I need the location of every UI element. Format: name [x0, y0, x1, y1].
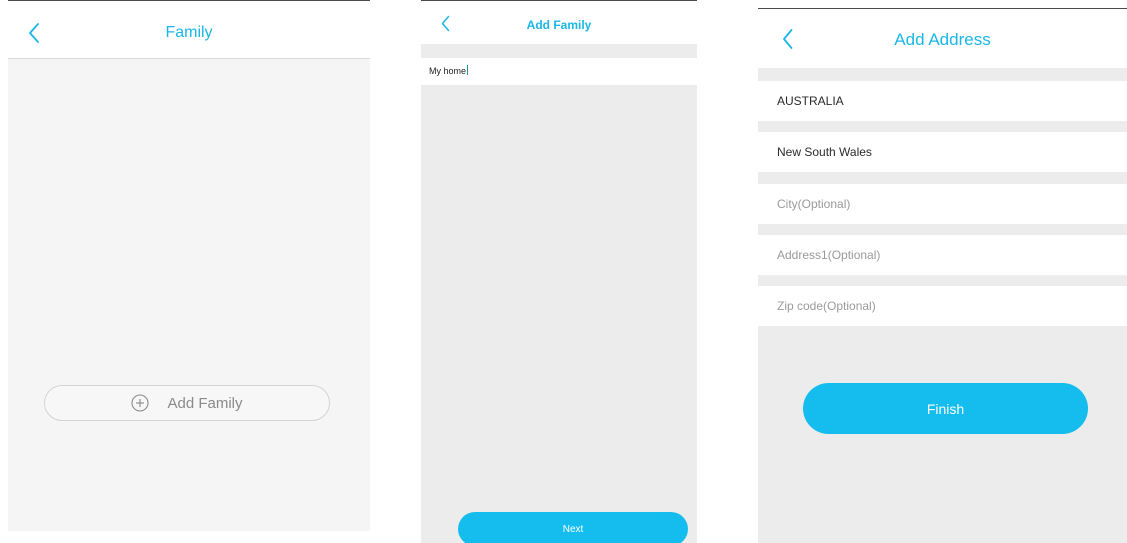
page-title: Add Family: [526, 18, 592, 32]
next-button[interactable]: Next: [458, 512, 688, 543]
family-name-value: My home: [429, 66, 467, 76]
zip-code-field[interactable]: Zip code(Optional): [758, 286, 1127, 326]
plus-circle-icon: [131, 394, 150, 412]
add-family-screen: Add Family My home Next: [421, 0, 697, 543]
top-divider: [8, 0, 370, 1]
add-family-label: Add Family: [167, 394, 243, 412]
finish-button[interactable]: Finish: [803, 383, 1088, 434]
city-field[interactable]: City(Optional): [758, 184, 1127, 224]
family-list-area: [8, 59, 370, 531]
page-title: Add Address: [894, 30, 991, 49]
address1-field[interactable]: Address1(Optional): [758, 235, 1127, 275]
top-divider: [758, 8, 1127, 9]
text-cursor: [467, 65, 469, 75]
add-address-screen: Add Address AUSTRALIA New South Wales Ci…: [758, 0, 1127, 543]
add-family-button[interactable]: Add Family: [44, 385, 330, 421]
family-name-input[interactable]: My home: [429, 65, 469, 76]
section-spacer: [421, 44, 697, 58]
top-divider: [421, 0, 697, 1]
page-title: Family: [165, 24, 213, 41]
family-screen: Family Add Family: [8, 0, 370, 531]
family-name-field[interactable]: My home: [421, 58, 697, 85]
content-area: [421, 85, 697, 543]
country-field[interactable]: AUSTRALIA: [758, 81, 1127, 121]
header-bar: Add Address: [758, 0, 1127, 68]
state-field[interactable]: New South Wales: [758, 132, 1127, 172]
